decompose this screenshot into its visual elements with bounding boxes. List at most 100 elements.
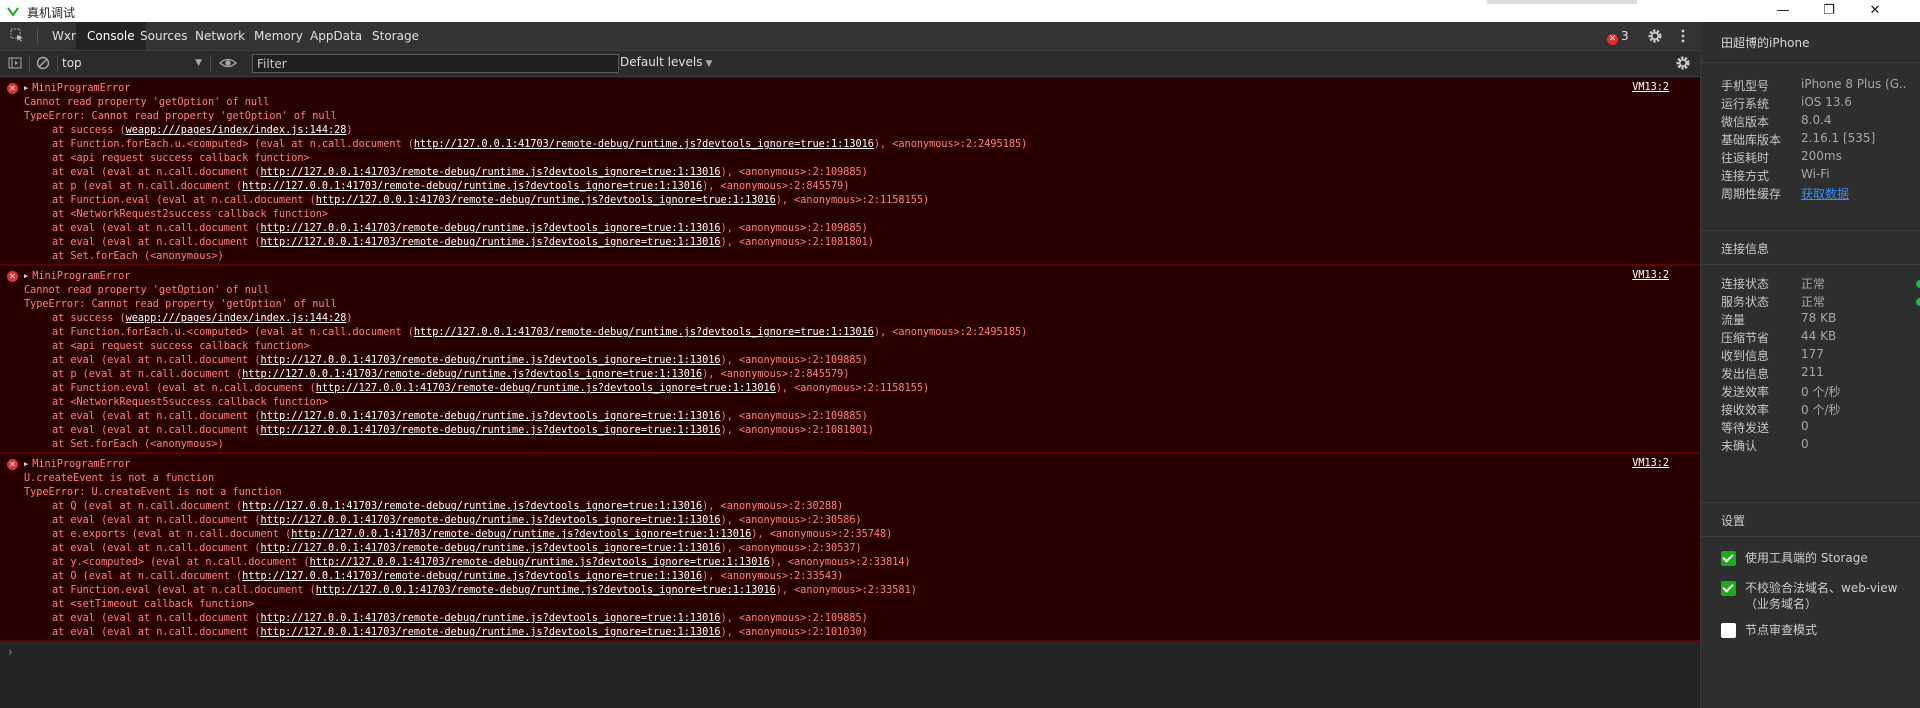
stack-frame: at Function.eval (eval at n.call.documen…: [24, 382, 1027, 396]
stack-frame: at Function.eval (eval at n.call.documen…: [24, 194, 1027, 208]
stack-frame-text: at <setTimeout callback function>: [52, 599, 255, 610]
stack-frame-link[interactable]: http://127.0.0.1:41703/remote-debug/runt…: [261, 627, 721, 638]
stack-frame-text: ), <anonymous>:2:33814): [769, 557, 911, 568]
settings-gear-icon[interactable]: [1647, 28, 1663, 44]
stack-frame-text: at Function.forEach.u.<computed> (eval a…: [52, 139, 414, 150]
setting-checkbox[interactable]: [1721, 551, 1736, 566]
stack-frame-text: at <NetworkRequest5success callback func…: [52, 397, 329, 408]
info-key: 等待发送: [1721, 421, 1770, 435]
info-row: 压缩节省 44 KB: [1721, 329, 1911, 349]
stack-frame-link[interactable]: weapp:///pages/index/index.js:144:28: [126, 125, 347, 136]
stack-frame-text: ), <anonymous>:2:30586): [720, 515, 862, 526]
stack-frame-link[interactable]: http://127.0.0.1:41703/remote-debug/runt…: [261, 167, 721, 178]
stack-frame-link[interactable]: http://127.0.0.1:41703/remote-debug/runt…: [414, 139, 874, 150]
device-title: 田超博的iPhone: [1721, 36, 1810, 50]
stack-frame-text: at Q (eval at n.call.document (: [52, 501, 243, 512]
sidebar-toggle-icon[interactable]: [8, 56, 22, 70]
source-link[interactable]: VM13:2: [1632, 458, 1669, 469]
info-key: 运行系统: [1721, 97, 1770, 111]
filter-input[interactable]: [252, 54, 619, 73]
stack-frame-text: ), <anonymous>:2:1081801): [720, 425, 874, 436]
tab-storage[interactable]: Storage: [361, 22, 430, 50]
stack-frame-link[interactable]: weapp:///pages/index/index.js:144:28: [126, 313, 347, 324]
info-value: 200ms: [1801, 149, 1842, 163]
info-key: 流量: [1721, 313, 1746, 327]
source-link[interactable]: VM13:2: [1632, 82, 1669, 93]
stack-frame-link[interactable]: http://127.0.0.1:41703/remote-debug/runt…: [242, 369, 702, 380]
close-button[interactable]: ✕: [1852, 0, 1898, 22]
stack-frame-link[interactable]: http://127.0.0.1:41703/remote-debug/runt…: [261, 355, 721, 366]
error-count-badge[interactable]: ✕ 3: [1607, 29, 1629, 45]
info-row: 往返耗时 200ms: [1721, 149, 1911, 169]
info-row: 周期性缓存 获取数据: [1721, 185, 1911, 205]
divider: [1701, 230, 1920, 231]
info-value: 0: [1801, 419, 1809, 433]
console-error-message[interactable]: ✕ VM13:2 MiniProgramErrorU.createEvent is …: [0, 453, 1700, 641]
info-key: 基础库版本: [1721, 133, 1782, 147]
restore-icon: ❐: [1823, 3, 1835, 18]
message-header[interactable]: MiniProgramError: [24, 270, 1027, 284]
info-link[interactable]: 获取数据: [1801, 185, 1906, 202]
info-row: 未确认 0: [1721, 437, 1911, 457]
message-header[interactable]: MiniProgramError: [24, 82, 1027, 96]
stack-frame-text: at Function.eval (eval at n.call.documen…: [52, 383, 316, 394]
stack-frame-link[interactable]: http://127.0.0.1:41703/remote-debug/runt…: [261, 515, 721, 526]
console-prompt-icon[interactable]: ›: [8, 645, 13, 659]
console-error-message[interactable]: ✕ VM13:2 MiniProgramErrorCannot read prope…: [0, 265, 1700, 453]
stack-frame-text: ), <anonymous>:2:1158155): [775, 383, 930, 394]
info-value: 0 个/秒: [1801, 403, 1841, 417]
stack-frame: at <setTimeout callback function>: [24, 598, 917, 612]
stack-frame-link[interactable]: http://127.0.0.1:41703/remote-debug/runt…: [261, 237, 721, 248]
console-settings-gear-icon[interactable]: [1675, 55, 1691, 71]
context-select[interactable]: top ▼: [62, 53, 202, 73]
divider: [1701, 502, 1920, 503]
stack-frame-link[interactable]: http://127.0.0.1:41703/remote-debug/runt…: [414, 327, 874, 338]
info-value: 78 KB: [1801, 311, 1837, 325]
stack-frame-text: at <api request success callback functio…: [52, 341, 310, 352]
message-text: Cannot read property 'getOption' of null: [24, 97, 270, 108]
stack-frame-link[interactable]: http://127.0.0.1:41703/remote-debug/runt…: [261, 425, 721, 436]
stack-frame-link[interactable]: http://127.0.0.1:41703/remote-debug/runt…: [316, 585, 776, 596]
info-row: 接收效率 0 个/秒: [1721, 401, 1911, 421]
stack-frame-link[interactable]: http://127.0.0.1:41703/remote-debug/runt…: [261, 223, 721, 234]
stack-frame-link[interactable]: http://127.0.0.1:41703/remote-debug/runt…: [261, 543, 721, 554]
stack-frame-text: at Function.forEach.u.<computed> (eval a…: [52, 327, 414, 338]
info-row: 连接方式 Wi-Fi: [1721, 167, 1911, 187]
stack-frame: at <api request success callback functio…: [24, 340, 1027, 354]
stack-frame-link[interactable]: http://127.0.0.1:41703/remote-debug/runt…: [242, 181, 702, 192]
device-info-panel: 田超博的iPhone 手机型号 iPhone 8 Plus (G... 运行系统 iO…: [1700, 22, 1920, 708]
stack-frame-text: at eval (eval at n.call.document (: [52, 355, 261, 366]
clear-console-icon[interactable]: [36, 56, 50, 70]
dropdown-arrow-icon: ▼: [705, 59, 713, 69]
stack-frame-link[interactable]: http://127.0.0.1:41703/remote-debug/runt…: [310, 557, 770, 568]
setting-checkbox[interactable]: [1721, 623, 1736, 638]
console-error-message[interactable]: ✕ VM13:2 MiniProgramErrorCannot read prope…: [0, 77, 1700, 265]
stack-frame-link[interactable]: http://127.0.0.1:41703/remote-debug/runt…: [242, 571, 702, 582]
toolbar-separator: [29, 55, 30, 72]
devtools-tabbar: Wxml Console Sources Network Memory AppD…: [0, 22, 1700, 51]
info-row: 收到信息 177: [1721, 347, 1911, 367]
stack-frame-link[interactable]: http://127.0.0.1:41703/remote-debug/runt…: [316, 383, 776, 394]
setting-checkbox[interactable]: [1721, 581, 1736, 596]
stack-frame-link[interactable]: http://127.0.0.1:41703/remote-debug/runt…: [291, 529, 751, 540]
message-header[interactable]: MiniProgramError: [24, 458, 917, 472]
log-levels-select[interactable]: Default levels ▼: [620, 55, 712, 69]
inspect-element-icon[interactable]: [10, 28, 24, 42]
info-row: 运行系统 iOS 13.6: [1721, 95, 1911, 115]
more-options-icon[interactable]: [1680, 28, 1686, 44]
eye-icon[interactable]: [219, 56, 237, 70]
message-lines: MiniProgramErrorU.createEvent is not a f…: [24, 458, 917, 640]
restore-button[interactable]: ❐: [1806, 0, 1852, 22]
info-value: 211: [1801, 365, 1824, 379]
stack-frame: at eval (eval at n.call.document (http:/…: [24, 626, 917, 640]
toolbar-separator: [57, 55, 58, 72]
source-link[interactable]: VM13:2: [1632, 270, 1669, 281]
minimize-button[interactable]: —: [1760, 0, 1806, 22]
stack-frame-link[interactable]: http://127.0.0.1:41703/remote-debug/runt…: [242, 501, 702, 512]
message-text: Cannot read property 'getOption' of null: [24, 285, 270, 296]
stack-frame-text: ), <anonymous>:2:109885): [720, 355, 868, 366]
stack-frame-link[interactable]: http://127.0.0.1:41703/remote-debug/runt…: [261, 613, 721, 624]
stack-frame-link[interactable]: http://127.0.0.1:41703/remote-debug/runt…: [261, 411, 721, 422]
setting-label: 节点审查模式: [1745, 623, 1818, 637]
stack-frame-link[interactable]: http://127.0.0.1:41703/remote-debug/runt…: [316, 195, 776, 206]
